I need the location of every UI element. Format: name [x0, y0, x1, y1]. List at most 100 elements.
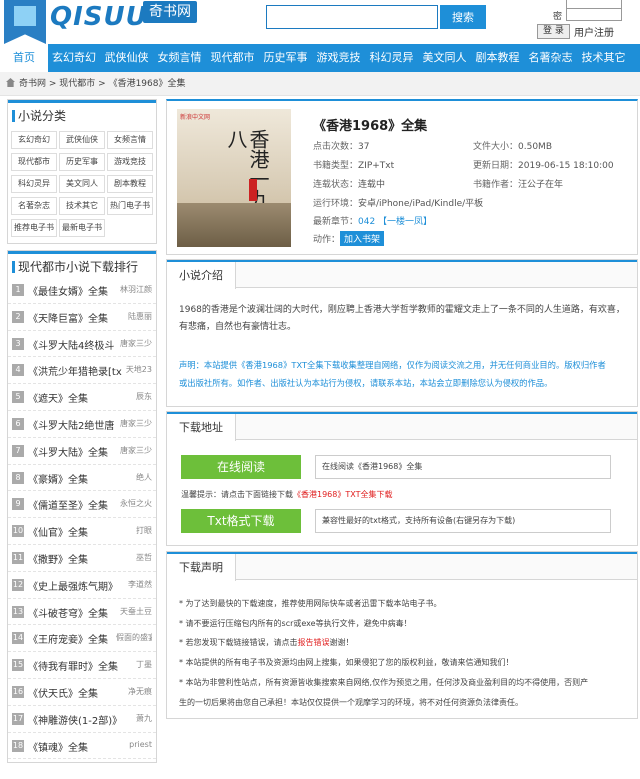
category-link[interactable]: 女频言情 — [107, 131, 153, 149]
rank-number: 15 — [12, 659, 24, 672]
txt-download-link[interactable]: 《香港1968》TXT全集下载 — [293, 490, 392, 499]
latest-chapter-link[interactable]: 042 【一楼一凤】 — [358, 217, 432, 227]
ranking-item[interactable]: 7 《斗罗大陆》全集 唐家三少 — [8, 438, 156, 465]
login-button[interactable]: 登 录 — [537, 24, 570, 39]
breadcrumb-home[interactable]: 奇书网 — [19, 79, 46, 89]
nav-item[interactable]: 美文同人 — [418, 44, 471, 72]
ranking-item[interactable]: 5 《遮天》全集 辰东 — [8, 384, 156, 411]
nav-item[interactable]: 现代都市 — [206, 44, 259, 72]
nav-item[interactable]: 科幻灵异 — [365, 44, 418, 72]
ranking-item[interactable]: 15 《待我有罪时》全集 丁墨 — [8, 652, 156, 679]
book-cover[interactable]: 新浪中文网 香港一九六八 — [177, 109, 291, 247]
rank-book-title[interactable]: 《斗罗大陆4终极斗 — [28, 337, 122, 352]
rank-book-title[interactable]: 《斗破苍穹》全集 — [28, 605, 122, 620]
category-link[interactable]: 科幻灵异 — [11, 175, 57, 193]
category-link[interactable]: 最新电子书 — [59, 219, 105, 237]
info-value: 连载中 — [358, 180, 386, 190]
category-link[interactable]: 游戏竞技 — [107, 153, 153, 171]
rank-book-title[interactable]: 《天降巨富》全集 — [28, 310, 122, 325]
rank-book-title[interactable]: 《仙官》全集 — [28, 524, 122, 539]
category-link[interactable]: 推荐电子书 — [11, 219, 57, 237]
category-link[interactable]: 热门电子书 — [107, 197, 153, 215]
ranking-item[interactable]: 4 《洪荒少年猎艳录[txt 天地23 — [8, 357, 156, 385]
register-link[interactable]: 用户注册 — [574, 24, 614, 39]
report-suffix: 谢谢！ — [329, 638, 354, 648]
breadcrumb-separator: > — [95, 79, 109, 89]
rank-book-title[interactable]: 《斗罗大陆2绝世唐 — [28, 417, 122, 432]
rank-book-title[interactable]: 《镇魂》全集 — [28, 739, 122, 754]
ranking-title: 现代都市小说下载排行 — [8, 251, 156, 277]
rank-author: 打眼 — [136, 526, 152, 536]
nav-item[interactable]: 名著杂志 — [524, 44, 577, 72]
ranking-item[interactable]: 8 《豪婿》全集 绝人 — [8, 465, 156, 492]
info-value: 安卓/iPhone/iPad/Kindle/平板 — [358, 199, 484, 209]
ranking-item[interactable]: 6 《斗罗大陆2绝世唐 唐家三少 — [8, 411, 156, 438]
nav-item[interactable]: 技术其它 — [577, 44, 630, 72]
txt-download-button[interactable]: Txt格式下载 — [181, 509, 301, 533]
intro-panel: 小说介绍 1968的香港是个波澜壮阔的大时代，刚应聘上香港大学哲学教师的霍耀文走… — [166, 259, 638, 407]
rank-book-title[interactable]: 《史上最强炼气期》 — [28, 578, 122, 593]
nav-item[interactable]: 历史军事 — [259, 44, 312, 72]
ranking-item[interactable]: 3 《斗罗大陆4终极斗 唐家三少 — [8, 331, 156, 358]
tip-text: 温馨提示：请点击下面链接下载 — [181, 490, 293, 499]
search-button[interactable]: 搜索 — [440, 5, 486, 29]
rank-book-title[interactable]: 《撒野》全集 — [28, 551, 122, 566]
category-link[interactable]: 武侠仙侠 — [59, 131, 105, 149]
add-to-shelf-button[interactable]: 加入书架 — [340, 231, 385, 246]
rank-author: 绝人 — [136, 472, 152, 482]
rank-book-title[interactable]: 《最佳女婿》全集 — [28, 283, 122, 298]
breadcrumb-category[interactable]: 现代都市 — [59, 79, 95, 89]
category-link[interactable]: 美文同人 — [59, 175, 105, 193]
rank-book-title[interactable]: 《伏天氏》全集 — [28, 685, 122, 700]
nav-item[interactable]: 首页 — [0, 44, 48, 72]
cover-seal — [249, 179, 257, 201]
ranking-item[interactable]: 2 《天降巨富》全集 陆惠丽 — [8, 304, 156, 331]
rank-author: 唐家三少 — [120, 445, 152, 455]
ranking-item[interactable]: 11 《撒野》全集 巫哲 — [8, 545, 156, 572]
book-title: 《香港1968》全集 — [313, 119, 428, 134]
download-panel: 下载地址 在线阅读 在线阅读《香港1968》全集 温馨提示：请点击下面链接下载《… — [166, 411, 638, 546]
report-error-link[interactable]: 报告错误 — [298, 638, 330, 647]
ranking-list: 1 《最佳女婿》全集 林羽江颜 2 《天降巨富》全集 陆惠丽 3 《斗罗大陆4终极斗 唐家三… — [8, 277, 156, 760]
nav-item[interactable]: 女频言情 — [153, 44, 206, 72]
rank-book-title[interactable]: 《神雕游侠(1-2部)》全 — [28, 712, 122, 727]
ranking-item[interactable]: 14 《王府宠妾》全集 假面的盛宴 — [8, 625, 156, 653]
rank-author: 陆惠丽 — [128, 311, 152, 321]
rank-book-title[interactable]: 《洪荒少年猎艳录[txt — [28, 363, 122, 378]
password-field[interactable] — [566, 8, 622, 21]
ranking-item[interactable]: 13 《斗破苍穹》全集 天蚕土豆 — [8, 599, 156, 626]
ranking-panel: 现代都市小说下载排行 1 《最佳女婿》全集 林羽江颜 2 《天降巨富》全集 陆惠丽 3 《… — [7, 250, 157, 763]
ranking-item[interactable]: 1 《最佳女婿》全集 林羽江颜 — [8, 277, 156, 304]
category-link[interactable]: 现代都市 — [11, 153, 57, 171]
ranking-item[interactable]: 12 《史上最强炼气期》 李道然 — [8, 572, 156, 599]
rank-book-title[interactable]: 《斗罗大陆》全集 — [28, 444, 122, 459]
statement-line: * 本站提供的所有电子书及资源均由网上搜集，如果侵犯了您的版权利益，敬请来信通知… — [179, 658, 514, 668]
category-link[interactable]: 技术其它 — [59, 197, 105, 215]
nav-item[interactable]: 玄幻奇幻 — [48, 44, 100, 72]
info-clicks: 点击次数：37 — [313, 139, 369, 152]
ranking-item[interactable]: 10 《仙官》全集 打眼 — [8, 518, 156, 545]
search-input[interactable] — [266, 5, 438, 29]
rank-book-title[interactable]: 《待我有罪时》全集 — [28, 658, 122, 673]
online-read-button[interactable]: 在线阅读 — [181, 455, 301, 479]
nav-item[interactable]: 剧本教程 — [471, 44, 524, 72]
rank-book-title[interactable]: 《遮天》全集 — [28, 390, 122, 405]
site-logo[interactable]: QISUU 奇书网 — [0, 0, 215, 44]
category-link[interactable]: 剧本教程 — [107, 175, 153, 193]
ranking-item[interactable]: 17 《神雕游侠(1-2部)》全 萧九 — [8, 706, 156, 733]
ranking-item[interactable]: 16 《伏天氏》全集 净无痕 — [8, 679, 156, 706]
rank-book-title[interactable]: 《豪婿》全集 — [28, 471, 122, 486]
info-label: 运行环境： — [313, 199, 359, 209]
ranking-item[interactable]: 9 《儒道至圣》全集 永恒之火 — [8, 491, 156, 519]
info-value[interactable]: 汪公子在年 — [518, 180, 563, 190]
category-link[interactable]: 名著杂志 — [11, 197, 57, 215]
nav-item[interactable]: 武侠仙侠 — [100, 44, 153, 72]
rank-book-title[interactable]: 《儒道至圣》全集 — [28, 497, 122, 512]
category-link[interactable]: 玄幻奇幻 — [11, 131, 57, 149]
rank-author: 天地23 — [125, 365, 152, 375]
rank-book-title[interactable]: 《王府宠妾》全集 — [28, 631, 122, 646]
nav-item[interactable]: 游戏竞技 — [312, 44, 365, 72]
category-link[interactable]: 历史军事 — [59, 153, 105, 171]
rank-number: 11 — [12, 551, 24, 564]
ranking-item[interactable]: 18 《镇魂》全集 priest — [8, 733, 156, 760]
